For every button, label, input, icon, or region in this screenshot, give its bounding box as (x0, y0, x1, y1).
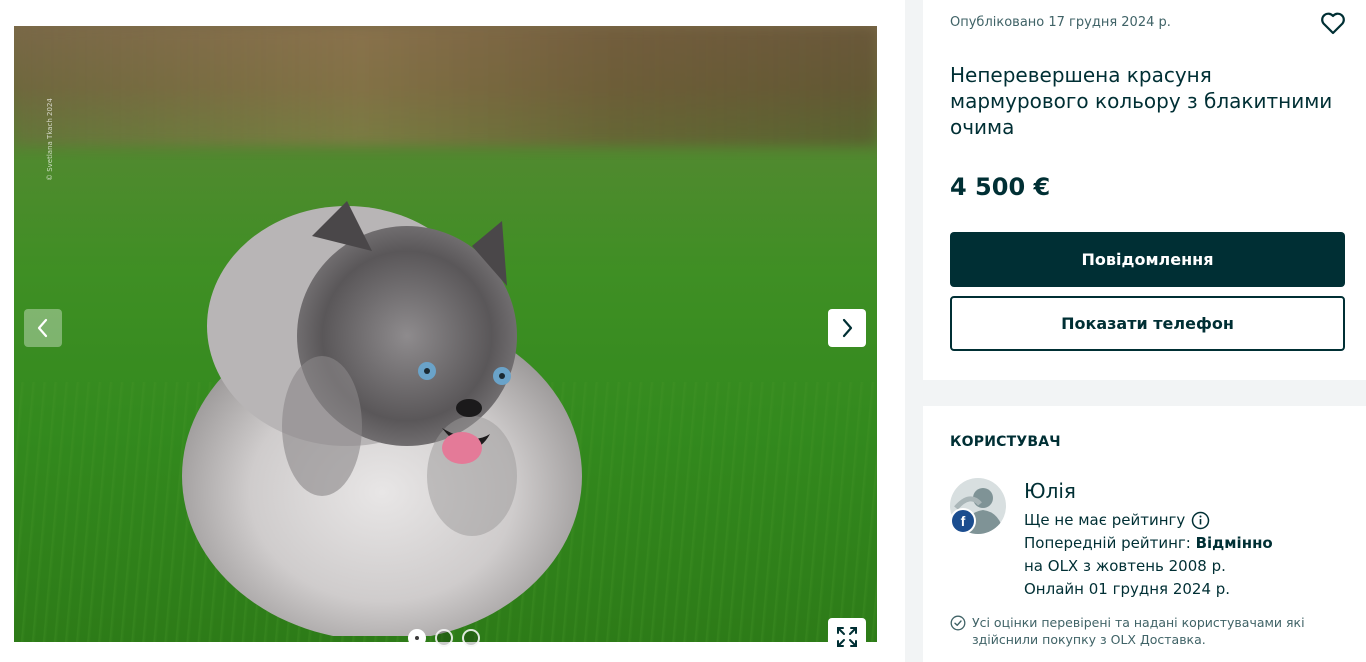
fullscreen-button[interactable] (828, 618, 866, 656)
favorite-button[interactable] (1318, 8, 1348, 38)
show-phone-button[interactable]: Показати телефон (950, 296, 1345, 351)
gallery-pagination (408, 629, 480, 647)
chevron-left-icon (37, 318, 48, 338)
seller-heading: КОРИСТУВАЧ (950, 434, 1061, 450)
no-rating-line: Ще не має рейтингу (1024, 509, 1273, 532)
verified-ratings-note: Усі оцінки перевірені та надані користув… (950, 614, 1330, 648)
listing-summary-card: Опубліковано 17 грудня 2024 р. Неперевер… (923, 0, 1366, 380)
previous-rating: Попередній рейтинг: Відмінно (1024, 532, 1273, 555)
verified-note-text: Усі оцінки перевірені та надані користув… (972, 615, 1305, 647)
photo-watermark: © Svetlana Tkach 2024 (46, 98, 54, 181)
next-photo-button[interactable] (828, 309, 866, 347)
gallery-dot[interactable] (435, 629, 453, 647)
seller-card: КОРИСТУВАЧ f Юлія Ще не має рейтингу Поп… (923, 406, 1366, 662)
gallery-dot-active[interactable] (408, 629, 426, 647)
message-button[interactable]: Повідомлення (950, 232, 1345, 287)
seller-avatar-wrap[interactable]: f (950, 478, 1006, 534)
no-rating-text: Ще не має рейтингу (1024, 511, 1186, 529)
seller-info: Юлія Ще не має рейтингу Попередній рейти… (1024, 478, 1273, 601)
listing-title: Неперевершена красуня мармурового кольор… (950, 63, 1333, 139)
previous-rating-label: Попередній рейтинг: (1024, 534, 1196, 552)
dog-illustration (182, 201, 582, 636)
expand-icon (837, 627, 857, 647)
image-gallery: © Svetlana Tkach 2024 (0, 0, 905, 662)
seller-name[interactable]: Юлія (1024, 478, 1273, 504)
last-online: Онлайн 01 грудня 2024 р. (1024, 580, 1231, 598)
facebook-icon: f (950, 508, 976, 534)
photo-background-blur (14, 26, 877, 146)
posted-date: Опубліковано 17 грудня 2024 р. (950, 15, 1171, 30)
gallery-dot[interactable] (462, 629, 480, 647)
previous-photo-button[interactable] (24, 309, 62, 347)
check-circle-icon (950, 615, 966, 631)
chevron-right-icon (842, 318, 853, 338)
listing-price: 4 500 € (950, 173, 1051, 201)
heart-icon (1321, 12, 1345, 35)
previous-rating-value: Відмінно (1195, 534, 1273, 552)
member-since: на OLX з жовтень 2008 р. (1024, 557, 1226, 575)
listing-photo[interactable]: © Svetlana Tkach 2024 (14, 26, 877, 642)
info-icon[interactable] (1191, 511, 1210, 530)
